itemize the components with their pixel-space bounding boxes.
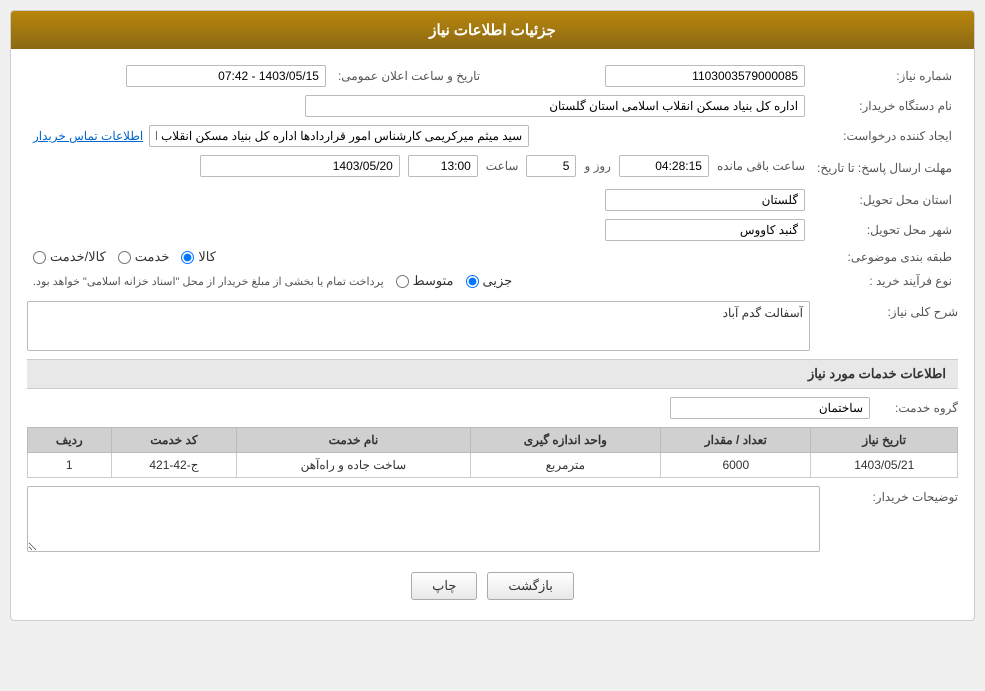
buyer-notes-label: توضیحات خریدار: [828, 486, 958, 504]
contact-link[interactable]: اطلاعات تماس خریدار [33, 129, 143, 143]
service-group-label: گروه خدمت: [878, 401, 958, 415]
general-desc-label: شرح کلی نیاز: [818, 301, 958, 319]
cell-date: 1403/05/21 [811, 453, 958, 478]
page-header: جزئیات اطلاعات نیاز [11, 11, 974, 49]
org-input[interactable] [305, 95, 805, 117]
col-unit: واحد اندازه گیری [470, 428, 661, 453]
city-input[interactable] [605, 219, 805, 241]
category-kala[interactable]: کالا [181, 249, 216, 265]
cell-service-code: ج-42-421 [111, 453, 237, 478]
cell-qty: 6000 [661, 453, 811, 478]
general-desc-value: آسفالت گدم آباد [723, 306, 803, 320]
time-input[interactable] [408, 155, 478, 177]
col-date: تاریخ نیاز [811, 428, 958, 453]
cell-unit: مترمربع [470, 453, 661, 478]
col-qty: تعداد / مقدار [661, 428, 811, 453]
print-button[interactable]: چاپ [411, 572, 477, 600]
col-service-code: کد خدمت [111, 428, 237, 453]
need-number-label: شماره نیاز: [811, 61, 958, 91]
time-label: ساعت [486, 159, 519, 173]
button-row: بازگشت چاپ [27, 564, 958, 608]
purchase-type-label: نوع فرآیند خرید : [811, 269, 958, 293]
province-label: استان محل تحویل: [811, 185, 958, 215]
service-group-input[interactable] [670, 397, 870, 419]
general-desc-box: آسفالت گدم آباد [27, 301, 810, 351]
category-kala-khedmat[interactable]: کالا/خدمت [33, 249, 106, 265]
purchase-type-motovaset[interactable]: متوسط [396, 273, 454, 289]
services-table: تاریخ نیاز تعداد / مقدار واحد اندازه گیر… [27, 427, 958, 478]
info-table: شماره نیاز: تاریخ و ساعت اعلان عمومی: نا… [27, 61, 958, 293]
page-title: جزئیات اطلاعات نیاز [429, 22, 556, 39]
date-label: تاریخ و ساعت اعلان عمومی: [332, 61, 486, 91]
buyer-notes-textarea[interactable] [27, 486, 820, 552]
date-input[interactable] [126, 65, 326, 87]
days-label: روز و [584, 159, 611, 173]
city-label: شهر محل تحویل: [811, 215, 958, 245]
org-label: نام دستگاه خریدار: [811, 91, 958, 121]
deadline-date-input[interactable] [200, 155, 400, 177]
col-row-num: ردیف [28, 428, 112, 453]
services-section-header: اطلاعات خدمات مورد نیاز [27, 359, 958, 389]
days-input[interactable] [526, 155, 576, 177]
table-row: 1403/05/21 6000 مترمربع ساخت جاده و راه‌… [28, 453, 958, 478]
category-khedmat[interactable]: خدمت [118, 249, 170, 265]
need-number-input[interactable] [605, 65, 805, 87]
category-label: طبقه بندی موضوعی: [811, 245, 958, 269]
cell-service-name: ساخت جاده و راه‌آهن [237, 453, 470, 478]
purchase-type-jozi[interactable]: جزیی [466, 273, 513, 289]
remaining-input[interactable] [619, 155, 709, 177]
purchase-type-desc: پرداخت تمام یا بخشی از مبلغ خریدار از مح… [33, 275, 384, 288]
creator-label: ایجاد کننده درخواست: [811, 121, 958, 151]
remaining-label: ساعت باقی مانده [717, 159, 805, 173]
back-button[interactable]: بازگشت [487, 572, 573, 600]
col-service-name: نام خدمت [237, 428, 470, 453]
cell-row-num: 1 [28, 453, 112, 478]
deadline-label: مهلت ارسال پاسخ: تا تاریخ: [811, 151, 958, 185]
creator-input[interactable] [149, 125, 529, 147]
province-input[interactable] [605, 189, 805, 211]
